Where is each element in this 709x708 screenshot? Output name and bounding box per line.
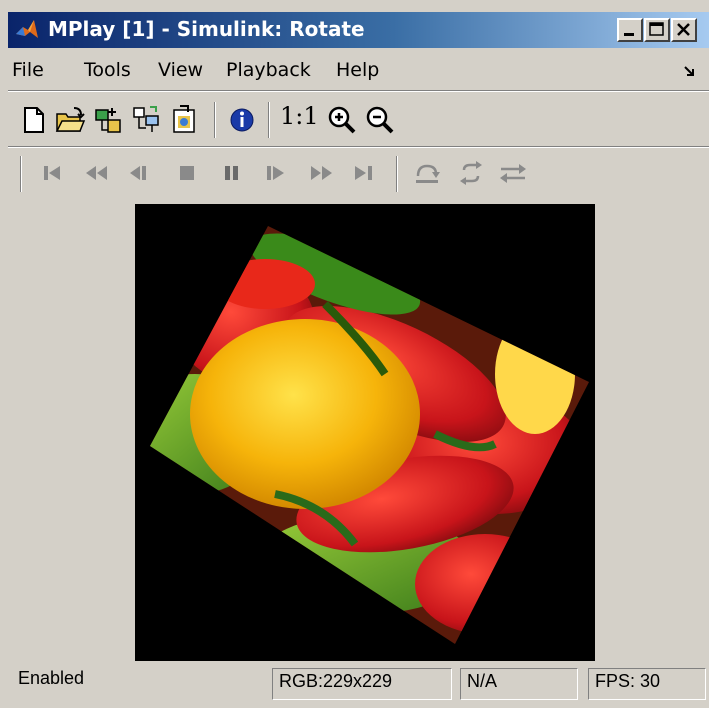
autoreverse-icon[interactable] <box>498 160 528 186</box>
status-format: RGB:229x229 <box>279 671 393 691</box>
menu-view[interactable]: View <box>158 59 203 81</box>
status-time-panel: N/A <box>460 668 578 700</box>
menu-bar: File Tools View Playback Help <box>8 56 709 86</box>
highlight-block-icon[interactable] <box>130 104 162 136</box>
menu-file[interactable]: File <box>12 59 44 81</box>
rewind-icon[interactable] <box>82 160 112 186</box>
title-bar[interactable]: MPlay [1] - Simulink: Rotate <box>8 12 709 48</box>
matlab-logo-icon <box>16 20 38 38</box>
fast-forward-icon[interactable] <box>306 160 336 186</box>
dock-arrow-icon[interactable] <box>683 64 697 78</box>
new-file-icon[interactable] <box>18 104 50 136</box>
menu-tools[interactable]: Tools <box>84 59 131 81</box>
loop-icon[interactable] <box>456 160 486 186</box>
video-frame[interactable] <box>135 204 595 661</box>
toolbar-separator <box>396 156 398 192</box>
status-state: Enabled <box>18 668 85 688</box>
menu-help[interactable]: Help <box>336 59 379 81</box>
step-forward-icon[interactable] <box>260 160 290 186</box>
status-format-panel: RGB:229x229 <box>272 668 452 700</box>
step-back-icon[interactable] <box>124 160 154 186</box>
stop-icon[interactable] <box>172 160 202 186</box>
zoom-1to1-button[interactable]: 1:1 <box>280 102 319 130</box>
status-bar: Enabled RGB:229x229 N/A FPS: 30 <box>8 662 709 708</box>
toolbar-separator <box>214 102 216 138</box>
zoom-out-icon[interactable] <box>364 104 396 136</box>
export-image-icon[interactable] <box>168 104 200 136</box>
video-display-area <box>8 200 709 661</box>
main-toolbar: 1:1 <box>8 96 709 144</box>
minimize-icon <box>624 33 634 36</box>
close-button[interactable] <box>671 18 697 42</box>
menu-separator <box>8 90 709 92</box>
maximize-button[interactable] <box>644 18 670 42</box>
mplay-window: MPlay [1] - Simulink: Rotate File Tools … <box>0 0 709 708</box>
open-folder-icon[interactable] <box>54 104 86 136</box>
minimize-button[interactable] <box>617 18 643 42</box>
info-icon[interactable] <box>226 104 258 136</box>
toolbar-separator <box>268 102 270 138</box>
connect-simulink-icon[interactable] <box>92 104 124 136</box>
maximize-icon <box>649 22 664 36</box>
go-to-end-icon[interactable] <box>348 160 378 186</box>
menu-playback[interactable]: Playback <box>226 59 311 81</box>
close-icon <box>677 23 690 36</box>
toolbar-grip <box>20 156 22 192</box>
status-fps: FPS: 30 <box>595 671 661 691</box>
status-fps-panel: FPS: 30 <box>588 668 706 700</box>
playback-toolbar <box>8 150 709 196</box>
rotated-peppers-image <box>150 226 589 644</box>
jump-to-icon[interactable] <box>412 160 442 186</box>
toolbar-divider <box>8 146 709 148</box>
zoom-in-icon[interactable] <box>326 104 358 136</box>
window-title: MPlay [1] - Simulink: Rotate <box>48 17 365 41</box>
pause-icon[interactable] <box>216 160 246 186</box>
go-to-start-icon[interactable] <box>38 160 68 186</box>
status-time: N/A <box>467 671 498 691</box>
